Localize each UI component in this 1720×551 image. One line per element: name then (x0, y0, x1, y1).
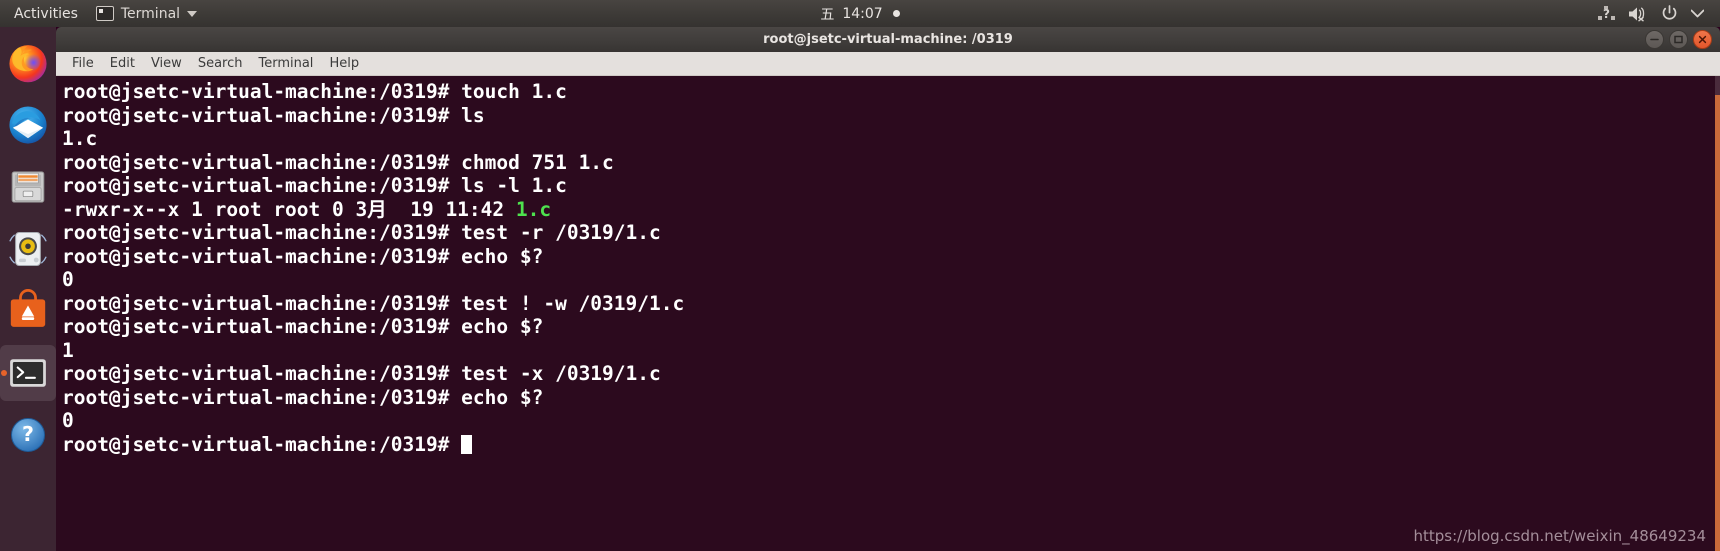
terminal-line: root@jsetc-virtual-machine:/0319# ls -l … (62, 174, 1720, 198)
terminal-prompt: root@jsetc-virtual-machine:/0319# (62, 432, 462, 456)
terminal-line: root@jsetc-virtual-machine:/0319# echo $… (62, 386, 1720, 410)
terminal-prompt: root@jsetc-virtual-machine:/0319# (62, 291, 462, 315)
menu-item-view[interactable]: View (143, 54, 190, 73)
svg-text:?: ? (22, 422, 34, 446)
system-menu-caret-icon[interactable] (1691, 9, 1704, 18)
terminal-filename: 1.c (515, 197, 552, 221)
window-titlebar[interactable]: root@jsetc-virtual-machine: /0319 (56, 27, 1720, 52)
dock-item-files[interactable] (0, 159, 56, 215)
terminal-prompt: root@jsetc-virtual-machine:/0319# (62, 150, 462, 174)
menu-item-terminal[interactable]: Terminal (250, 54, 321, 73)
terminal-line: 1 (62, 339, 1720, 363)
terminal-line: root@jsetc-virtual-machine:/0319# echo $… (62, 245, 1720, 269)
volume-muted-icon[interactable] (1628, 6, 1648, 22)
terminal-command: chmod 751 1.c (461, 150, 614, 174)
terminal-line: root@jsetc-virtual-machine:/0319# ls (62, 104, 1720, 128)
power-icon[interactable] (1661, 5, 1678, 22)
launcher-dock: ? (0, 27, 56, 551)
terminal-line: root@jsetc-virtual-machine:/0319# test !… (62, 292, 1720, 316)
system-tray[interactable]: ? (1598, 5, 1710, 22)
app-menu-label: Terminal (120, 5, 181, 22)
terminal-line: 1.c (62, 127, 1720, 151)
close-button[interactable] (1693, 30, 1712, 49)
terminal-line: root@jsetc-virtual-machine:/0319# test -… (62, 221, 1720, 245)
terminal-line: 0 (62, 409, 1720, 433)
terminal-line: root@jsetc-virtual-machine:/0319# chmod … (62, 151, 1720, 175)
terminal-command: touch 1.c (461, 80, 567, 103)
terminal-command: ls (461, 103, 485, 127)
terminal-prompt: root@jsetc-virtual-machine:/0319# (62, 80, 462, 103)
terminal-icon (10, 359, 46, 387)
gnome-top-bar: Activities Terminal 五 14:07 ? (0, 0, 1720, 27)
terminal-prompt: root@jsetc-virtual-machine:/0319# (62, 244, 462, 268)
thunderbird-icon (9, 106, 47, 144)
terminal-line: root@jsetc-virtual-machine:/0319# test -… (62, 362, 1720, 386)
notification-dot-icon (892, 10, 900, 17)
terminal-output: 1 (62, 338, 74, 362)
terminal-command: test ! -w /0319/1.c (461, 291, 685, 315)
terminal-icon (95, 6, 114, 21)
terminal-output: 0 (62, 268, 74, 291)
terminal-prompt: root@jsetc-virtual-machine:/0319# (62, 385, 462, 409)
terminal-command: echo $? (461, 315, 544, 338)
terminal-prompt: root@jsetc-virtual-machine:/0319# (62, 103, 462, 127)
dock-item-help[interactable]: ? (0, 407, 56, 463)
terminal-cursor (461, 434, 473, 454)
svg-text:?: ? (1603, 7, 1610, 21)
terminal-window: root@jsetc-virtual-machine: /0319 File E… (56, 27, 1720, 551)
terminal-output: 0 (62, 409, 74, 432)
rhythmbox-icon (9, 231, 47, 267)
terminal-output: 1.c (62, 127, 98, 150)
menu-item-search[interactable]: Search (190, 54, 251, 73)
watermark: https://blog.csdn.net/weixin_48649234 (1413, 527, 1706, 545)
activities-label: Activities (14, 5, 78, 22)
input-method-icon[interactable]: ? (1598, 6, 1615, 21)
dock-item-terminal[interactable] (0, 345, 56, 401)
ubuntu-software-icon (10, 289, 46, 327)
terminal-line: root@jsetc-virtual-machine:/0319# echo $… (62, 315, 1720, 339)
terminal-prompt: root@jsetc-virtual-machine:/0319# (62, 221, 462, 244)
dock-item-firefox[interactable] (0, 35, 56, 91)
menu-item-help[interactable]: Help (321, 54, 367, 73)
terminal-output: -rwxr-x--x 1 root root 0 3月 19 11:42 (62, 197, 516, 221)
window-controls (1645, 30, 1720, 49)
terminal-command: test -x /0319/1.c (461, 362, 661, 385)
terminal-prompt: root@jsetc-virtual-machine:/0319# (62, 315, 462, 338)
terminal-line: 0 (62, 268, 1720, 292)
terminal-command: echo $? (461, 244, 544, 268)
menu-item-file[interactable]: File (64, 54, 102, 73)
terminal-command: echo $? (461, 385, 544, 409)
terminal-prompt: root@jsetc-virtual-machine:/0319# (62, 362, 462, 385)
terminal-line: -rwxr-x--x 1 root root 0 3月 19 11:42 1.c (62, 198, 1720, 222)
terminal-menubar: File Edit View Search Terminal Help (56, 52, 1720, 76)
terminal-lines: root@jsetc-virtual-machine:/0319# touch … (62, 80, 1720, 456)
clock-time: 14:07 (842, 5, 883, 22)
minimize-button[interactable] (1645, 30, 1664, 49)
firefox-icon (9, 45, 47, 83)
window-title: root@jsetc-virtual-machine: /0319 (763, 32, 1013, 47)
terminal-scrollbar-thumb[interactable] (1715, 95, 1720, 551)
maximize-button[interactable] (1669, 30, 1688, 49)
terminal-prompt: root@jsetc-virtual-machine:/0319# (62, 174, 462, 197)
app-menu-terminal[interactable]: Terminal (87, 0, 206, 27)
activities-button[interactable]: Activities (8, 0, 87, 27)
clock[interactable]: 五 14:07 (0, 0, 1720, 27)
help-icon: ? (10, 417, 46, 453)
terminal-command: ls -l 1.c (461, 174, 567, 197)
dock-item-ubuntu-software[interactable] (0, 283, 56, 339)
dock-item-rhythmbox[interactable] (0, 221, 56, 277)
files-icon (11, 171, 45, 203)
terminal-line: root@jsetc-virtual-machine:/0319# (62, 433, 1720, 457)
terminal-scrollbar[interactable] (1715, 76, 1720, 551)
chevron-down-icon (187, 10, 198, 17)
clock-weekday: 五 (820, 6, 835, 23)
menu-item-edit[interactable]: Edit (102, 54, 143, 73)
dock-item-thunderbird[interactable] (0, 97, 56, 153)
terminal-command: test -r /0319/1.c (461, 221, 661, 244)
terminal-output-area[interactable]: root@jsetc-virtual-machine:/0319# touch … (56, 76, 1720, 551)
terminal-line: root@jsetc-virtual-machine:/0319# touch … (62, 80, 1720, 104)
